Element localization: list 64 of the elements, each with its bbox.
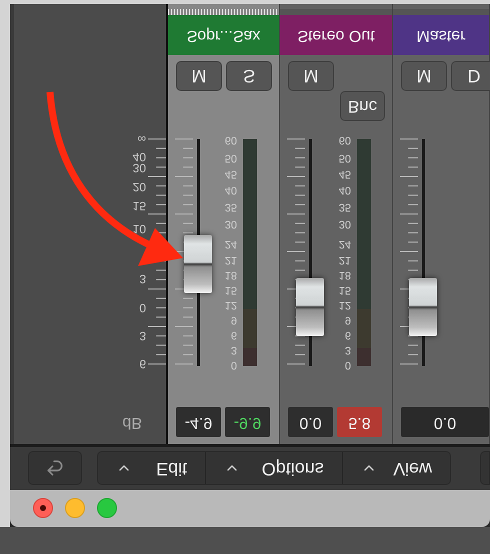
meter-scale-label: 45 [338, 168, 351, 179]
meter-scale-label: 60 [224, 134, 237, 145]
channel-name: Stereo Out [280, 15, 392, 55]
readout: 0.0 [401, 407, 489, 437]
strip-button[interactable]: M [288, 61, 334, 91]
meter-scale-label: 40 [224, 184, 237, 195]
meter-scale-label: 15 [338, 284, 351, 295]
meter-scale-label: 6 [230, 329, 237, 340]
meter-scale-label: 30 [338, 218, 351, 229]
menu-button[interactable]: Options [206, 452, 343, 484]
strip-button[interactable]: M [176, 61, 222, 91]
meter-scale-label: 35 [224, 201, 237, 212]
meter-scale-label: 35 [338, 201, 351, 212]
meter-scale-label: 9 [230, 314, 237, 325]
meter-scale-label: 6 [344, 329, 351, 340]
strip-button[interactable]: D [451, 61, 490, 91]
meter-scale-label: 50 [224, 152, 237, 163]
fader-knob[interactable] [409, 278, 437, 336]
fader-scale-label: 0 [138, 302, 146, 314]
fader-scale-label: 30 [132, 162, 146, 174]
meter-scale-label: 3 [344, 344, 351, 355]
meter-scale-label: 50 [338, 152, 351, 163]
meter-scale-label: 45 [224, 168, 237, 179]
menu-button[interactable]: View [342, 452, 450, 484]
meter-scale-label: 12 [338, 299, 351, 310]
fader-scale-label: ∞ [136, 133, 146, 145]
strip-button[interactable]: S [226, 61, 272, 91]
readout: -9.9 [225, 407, 270, 437]
meter-scale-label: 60 [338, 134, 351, 145]
meter-scale-label: 24 [224, 238, 237, 249]
meter-scale-label: 21 [338, 254, 351, 265]
fader-scale-label: 3 [138, 330, 146, 342]
channel-name: Master [393, 15, 489, 55]
meter-scale-label: 0 [230, 359, 237, 370]
meter-scale-label: 15 [224, 284, 237, 295]
undo-button[interactable] [28, 452, 82, 486]
meter-scale-label: 18 [224, 269, 237, 280]
close-button[interactable] [33, 498, 53, 518]
meter-scale-label: 40 [338, 184, 351, 195]
fader-scale-label: 10 [132, 223, 146, 235]
fader-knob[interactable] [296, 278, 324, 336]
unit-label: dB [122, 413, 142, 433]
fader-scale-label: 15 [132, 200, 146, 212]
readout: 0.0 [288, 407, 333, 437]
meter-scale-label: 12 [224, 299, 237, 310]
menu-button[interactable]: Edit [98, 452, 206, 484]
fader-knob[interactable] [184, 234, 212, 293]
fader-scale-label: 40 [132, 151, 146, 163]
fader-scale-label: 6 [138, 358, 146, 370]
meter-scale-label: 3 [230, 344, 237, 355]
fader-scale-label: 3 [138, 273, 146, 285]
meter-scale-label: 21 [224, 254, 237, 265]
bounce-button[interactable]: Bnc [340, 91, 385, 121]
undo-icon [45, 458, 65, 478]
meter-scale-label: 9 [344, 314, 351, 325]
meter-scale-label: 18 [338, 269, 351, 280]
readout: 5.8 [337, 407, 382, 437]
fader-scale-label: 20 [132, 181, 146, 193]
meter-scale-label: 24 [338, 238, 351, 249]
readout: -4.9 [176, 407, 221, 437]
strip-button[interactable]: M [401, 61, 447, 91]
channel-name: Sopr...Sax [168, 15, 279, 55]
meter-scale-label: 30 [224, 218, 237, 229]
meter-scale-label: 0 [344, 359, 351, 370]
